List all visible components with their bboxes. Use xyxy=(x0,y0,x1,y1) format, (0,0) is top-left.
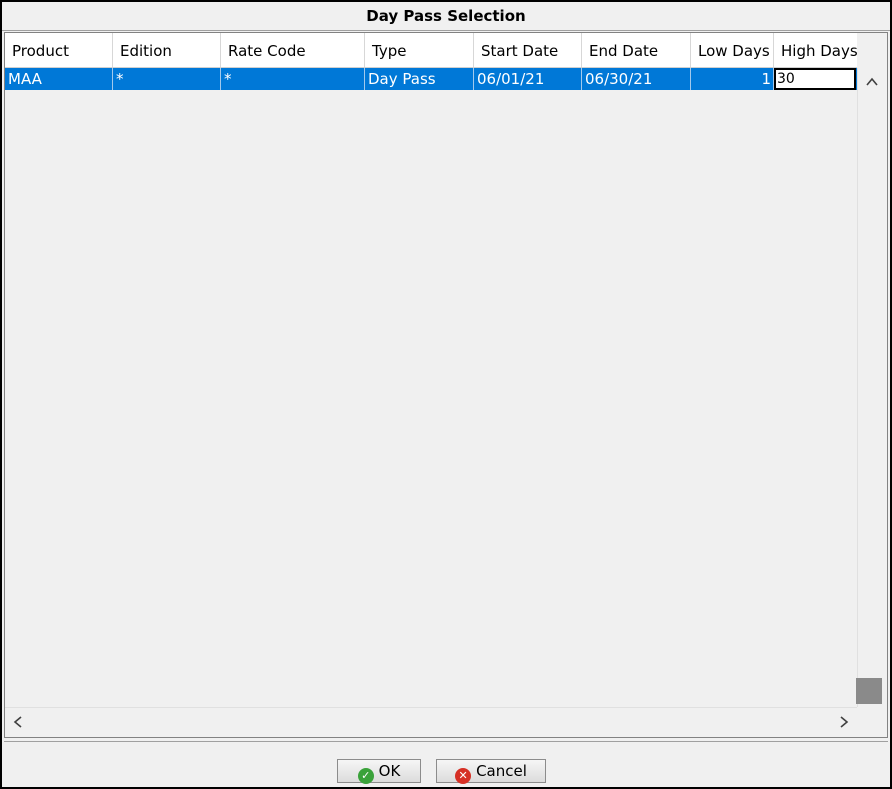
column-header-end-date[interactable]: End Date xyxy=(582,33,691,67)
cancel-button-label: Cancel xyxy=(476,762,527,780)
cell-edition[interactable]: * xyxy=(113,68,221,90)
ok-button-label: OK xyxy=(378,762,401,780)
check-circle-icon: ✓ xyxy=(357,768,374,784)
cell-end-date[interactable]: 06/30/21 xyxy=(582,68,691,90)
day-pass-selection-dialog: Day Pass Selection Product Edition Rate … xyxy=(0,0,892,789)
cell-product[interactable]: MAA xyxy=(5,68,113,90)
column-header-product[interactable]: Product xyxy=(5,33,113,67)
day-pass-grid: Product Edition Rate Code Type Start Dat… xyxy=(4,32,888,738)
scrollbar-corner xyxy=(856,678,882,704)
column-header-low-days[interactable]: Low Days xyxy=(691,33,774,67)
table-row[interactable]: MAA * * Day Pass 06/01/21 06/30/21 1 xyxy=(5,68,857,90)
column-header-high-days[interactable]: High Days xyxy=(774,33,857,67)
ok-button[interactable]: ✓ OK xyxy=(337,759,421,784)
column-header-type[interactable]: Type xyxy=(365,33,474,67)
chevron-right-icon[interactable] xyxy=(831,708,857,736)
button-bar-divider xyxy=(4,741,888,742)
horizontal-scrollbar[interactable] xyxy=(5,707,857,736)
column-header-edition[interactable]: Edition xyxy=(113,33,221,67)
dialog-title: Day Pass Selection xyxy=(2,2,890,31)
chevron-up-icon[interactable] xyxy=(858,68,886,96)
chevron-left-icon[interactable] xyxy=(5,708,31,736)
high-days-edit-field[interactable] xyxy=(774,68,856,90)
vertical-scrollbar[interactable] xyxy=(857,68,886,707)
cell-type[interactable]: Day Pass xyxy=(365,68,474,90)
cell-low-days[interactable]: 1 xyxy=(691,68,774,90)
cell-start-date[interactable]: 06/01/21 xyxy=(474,68,582,90)
column-header-start-date[interactable]: Start Date xyxy=(474,33,582,67)
cell-rate-code[interactable]: * xyxy=(221,68,365,90)
column-header-rate-code[interactable]: Rate Code xyxy=(221,33,365,67)
cancel-button[interactable]: ✕ Cancel xyxy=(436,759,546,784)
x-circle-icon: ✕ xyxy=(455,768,472,784)
grid-header-row: Product Edition Rate Code Type Start Dat… xyxy=(5,33,857,68)
